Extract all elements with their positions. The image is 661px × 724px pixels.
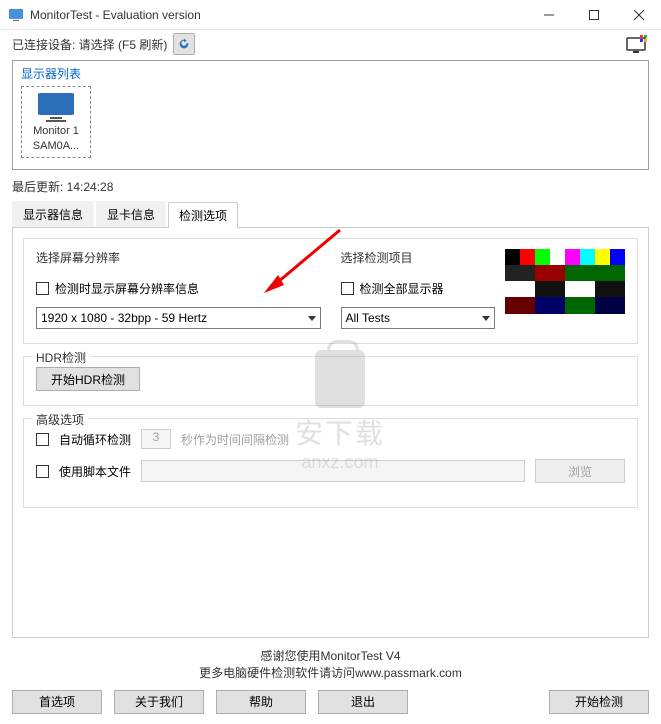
- use-script-checkbox[interactable]: [36, 465, 49, 478]
- hdr-section-title: HDR检测: [32, 349, 90, 366]
- show-resolution-label: 检测时显示屏幕分辨率信息: [55, 280, 199, 297]
- test-all-monitors-label: 检测全部显示器: [360, 280, 444, 297]
- chevron-down-icon: [308, 316, 316, 321]
- browse-button[interactable]: 浏览: [535, 459, 625, 483]
- advanced-fieldset: 高级选项 自动循环检测 3 秒作为时间间隔检测 使用脚本文件 浏览: [23, 418, 638, 508]
- footer-line2: 更多电脑硬件检测软件请访问www.passmark.com: [12, 665, 649, 682]
- resolution-select[interactable]: 1920 x 1080 - 32bpp - 59 Hertz: [36, 307, 321, 329]
- tab-row: 显示器信息 显卡信息 检测选项: [12, 201, 649, 228]
- auto-loop-checkbox[interactable]: [36, 433, 49, 446]
- monitor-label-line2: SAM0A...: [33, 140, 79, 153]
- footer-text: 感谢您使用MonitorTest V4 更多电脑硬件检测软件请访问www.pas…: [12, 644, 649, 682]
- start-hdr-test-button[interactable]: 开始HDR检测: [36, 367, 140, 391]
- footer-line1: 感谢您使用MonitorTest V4: [12, 648, 649, 665]
- minimize-button[interactable]: [526, 0, 571, 30]
- show-resolution-checkbox[interactable]: [36, 282, 49, 295]
- monitor-list-title: 显示器列表: [21, 65, 81, 82]
- hdr-fieldset: HDR检测 开始HDR检测: [23, 356, 638, 406]
- refresh-button[interactable]: [173, 33, 195, 55]
- maximize-button[interactable]: [571, 0, 616, 30]
- logo-icon: [625, 34, 649, 54]
- close-button[interactable]: [616, 0, 661, 30]
- test-all-monitors-checkbox[interactable]: [341, 282, 354, 295]
- last-update-label: 最后更新: 14:24:28: [0, 178, 661, 201]
- monitor-item[interactable]: Monitor 1 SAM0A...: [21, 86, 91, 158]
- start-test-button[interactable]: 开始检测: [549, 690, 649, 714]
- resolution-section-title: 选择屏幕分辨率: [36, 249, 120, 266]
- tab-monitor-info[interactable]: 显示器信息: [12, 201, 94, 227]
- test-items-select[interactable]: All Tests: [341, 307, 496, 329]
- bottom-bar: 首选项 关于我们 帮助 退出 开始检测: [0, 682, 661, 724]
- chevron-down-icon: [482, 316, 490, 321]
- monitor-list-panel: 显示器列表 Monitor 1 SAM0A...: [12, 60, 649, 170]
- tab-content: 选择屏幕分辨率 检测时显示屏幕分辨率信息 1920 x 1080 - 32bpp…: [12, 228, 649, 638]
- help-button[interactable]: 帮助: [216, 690, 306, 714]
- refresh-icon: [177, 37, 191, 51]
- device-label: 已连接设备: 请选择 (F5 刷新): [12, 36, 167, 53]
- script-path-input[interactable]: [141, 460, 525, 482]
- auto-loop-label: 自动循环检测: [59, 431, 131, 448]
- tab-test-options[interactable]: 检测选项: [168, 202, 238, 228]
- toolbar: 已连接设备: 请选择 (F5 刷新): [0, 30, 661, 58]
- test-items-section-title: 选择检测项目: [341, 249, 413, 266]
- preferences-button[interactable]: 首选项: [12, 690, 102, 714]
- window-title: MonitorTest - Evaluation version: [30, 8, 526, 22]
- interval-input[interactable]: 3: [141, 429, 171, 449]
- resolution-selected-value: 1920 x 1080 - 32bpp - 59 Hertz: [41, 311, 207, 325]
- app-icon: [8, 7, 24, 23]
- test-preview-thumbnail: [505, 249, 625, 314]
- monitor-icon: [36, 91, 76, 123]
- advanced-section-title: 高级选项: [32, 411, 88, 428]
- title-bar: MonitorTest - Evaluation version: [0, 0, 661, 30]
- exit-button[interactable]: 退出: [318, 690, 408, 714]
- about-button[interactable]: 关于我们: [114, 690, 204, 714]
- tab-gpu-info[interactable]: 显卡信息: [96, 201, 166, 227]
- resolution-test-fieldset: 选择屏幕分辨率 检测时显示屏幕分辨率信息 1920 x 1080 - 32bpp…: [23, 238, 638, 344]
- use-script-label: 使用脚本文件: [59, 463, 131, 480]
- test-items-selected-value: All Tests: [346, 311, 390, 325]
- interval-suffix: 秒作为时间间隔检测: [181, 431, 289, 448]
- monitor-label-line1: Monitor 1: [33, 125, 79, 138]
